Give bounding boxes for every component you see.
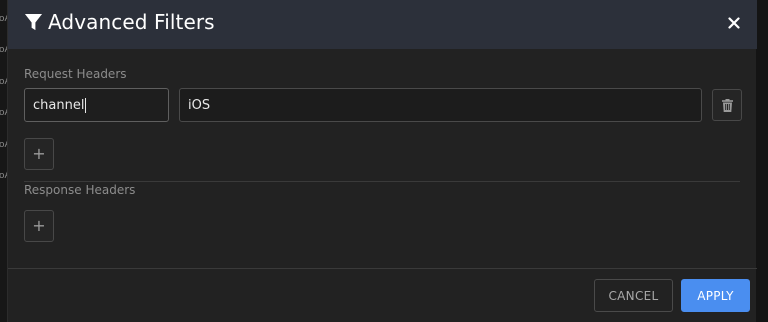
- modal-header: Advanced Filters: [8, 0, 757, 49]
- response-headers-label: Response Headers: [24, 183, 136, 197]
- footer-divider: [8, 268, 757, 269]
- plus-icon: +: [32, 216, 46, 235]
- request-header-name-input[interactable]: channel: [24, 88, 169, 122]
- request-header-value-text: iOS: [188, 97, 211, 113]
- advanced-filters-modal: Advanced Filters Request Headers channel…: [7, 0, 757, 322]
- request-headers-label: Request Headers: [24, 67, 127, 81]
- modal-title: Advanced Filters: [48, 10, 215, 34]
- cancel-button[interactable]: CANCEL: [594, 279, 673, 312]
- filter-icon: [24, 13, 43, 31]
- apply-button[interactable]: APPLY: [681, 279, 750, 312]
- add-response-header-button[interactable]: +: [24, 210, 54, 242]
- section-divider: [24, 181, 740, 182]
- close-button[interactable]: [724, 13, 744, 33]
- request-header-value-input[interactable]: iOS: [179, 88, 702, 122]
- text-caret: [85, 97, 87, 113]
- add-request-header-button[interactable]: +: [24, 138, 54, 170]
- plus-icon: +: [32, 144, 46, 163]
- close-icon: [728, 17, 740, 29]
- trash-icon: [721, 98, 733, 112]
- delete-header-button[interactable]: [712, 89, 742, 121]
- request-header-name-value: channel: [33, 97, 85, 113]
